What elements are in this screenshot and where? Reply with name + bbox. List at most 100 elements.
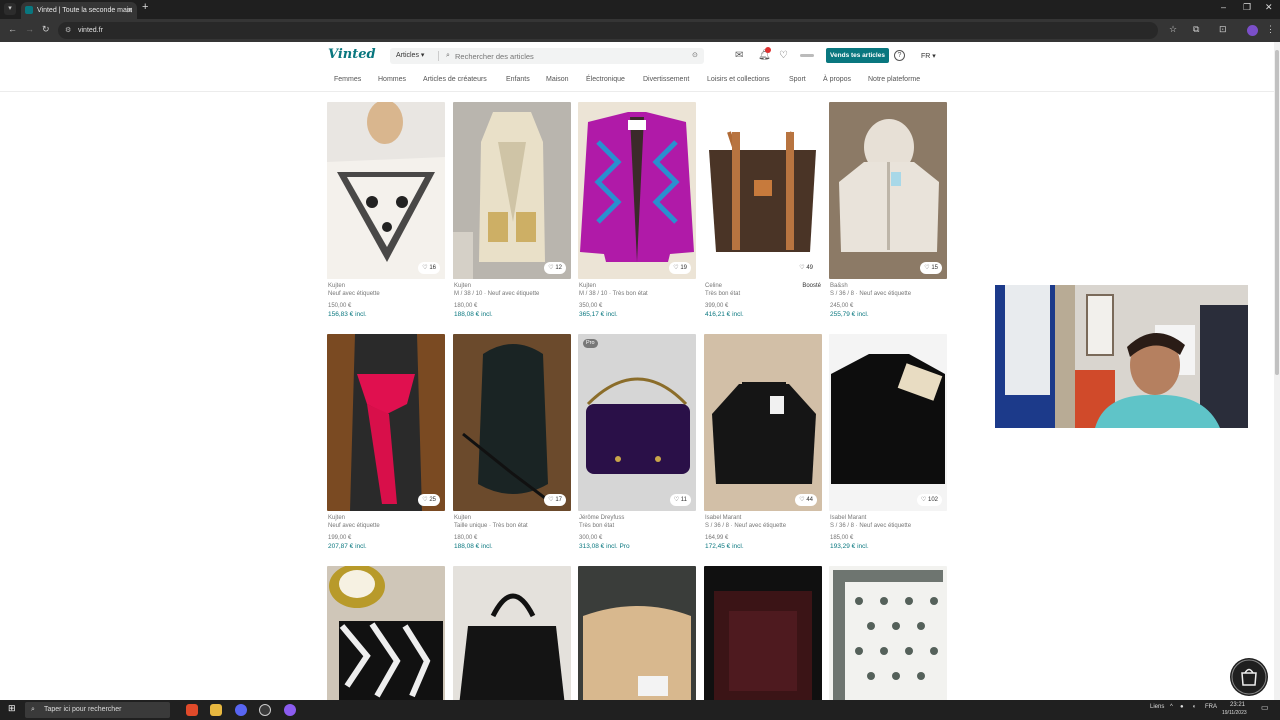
item-photo[interactable]: ♡ 19 — [578, 102, 696, 279]
item-brand[interactable]: Isabel Marant — [705, 515, 741, 521]
item-brand[interactable]: Kujten — [579, 283, 596, 289]
scrollbar-thumb[interactable] — [1275, 50, 1279, 375]
item-brand[interactable]: Kujten — [328, 515, 345, 521]
nav-femmes[interactable]: Femmes — [334, 76, 361, 83]
item-photo[interactable]: Pro ♡ 11 — [578, 334, 696, 511]
item-photo[interactable] — [453, 566, 571, 700]
chevron-up-icon[interactable]: ^ — [1170, 704, 1173, 710]
favorite-button[interactable]: ♡ 15 — [920, 262, 942, 274]
address-bar[interactable]: ⚙ vinted.fr — [58, 22, 1158, 39]
item-card[interactable] — [453, 566, 571, 700]
browser-tab-vinted[interactable]: Vinted | Toute la seconde main ✕ — [21, 2, 137, 19]
media-icon[interactable]: ⊡ — [1219, 24, 1227, 35]
nav-enfants[interactable]: Enfants — [506, 76, 530, 83]
item-brand[interactable]: Celine — [705, 283, 722, 289]
item-card[interactable] — [578, 566, 696, 700]
nav-articles-createurs[interactable]: Articles de créateurs — [423, 76, 487, 83]
item-brand[interactable]: Kujten — [328, 283, 345, 289]
item-photo[interactable]: ♡ 49 — [704, 102, 822, 279]
item-card[interactable] — [327, 566, 445, 700]
item-photo[interactable] — [829, 566, 947, 700]
inbox-icon[interactable]: ✉ — [735, 50, 743, 61]
nav-a-propos[interactable]: À propos — [823, 76, 851, 83]
tab-search-icon[interactable]: ▾ — [4, 3, 16, 15]
nav-hommes[interactable]: Hommes — [378, 76, 406, 83]
camera-search-icon[interactable]: ⊙ — [692, 48, 698, 64]
sell-items-button[interactable]: Vends tes articles — [826, 48, 889, 63]
obs-icon[interactable] — [259, 704, 271, 716]
favorite-button[interactable]: ♡ 16 — [418, 262, 440, 274]
favorite-button[interactable]: ♡ 12 — [544, 262, 566, 274]
favorite-button[interactable]: ♡ 17 — [544, 494, 566, 506]
item-brand[interactable]: Isabel Marant — [830, 515, 866, 521]
language-select[interactable]: FR ▾ — [921, 52, 936, 60]
item-brand[interactable]: Jérôme Dreyfuss — [579, 515, 624, 521]
pro-badge: Pro — [583, 339, 598, 348]
item-details: S / 36 / 8 · Neuf avec étiquette — [830, 523, 912, 529]
close-window-button[interactable]: ✕ — [1265, 2, 1273, 13]
item-photo[interactable]: ♡ 12 — [453, 102, 571, 279]
help-icon[interactable]: ? — [894, 50, 905, 61]
favorite-count: 17 — [555, 497, 562, 503]
nav-electronique[interactable]: Électronique — [586, 76, 625, 83]
favorites-heart-icon[interactable]: ♡ — [779, 50, 788, 61]
site-info-icon[interactable]: ⚙ — [65, 22, 71, 39]
back-icon[interactable]: ← — [8, 24, 17, 34]
taskbar-date[interactable]: 19/11/2023 — [1222, 710, 1247, 716]
taskbar-search[interactable]: ⌕ Taper ici pour rechercher — [25, 702, 170, 718]
item-card[interactable] — [829, 566, 947, 700]
favorite-button[interactable]: ♡ 25 — [418, 494, 440, 506]
nav-maison[interactable]: Maison — [546, 76, 569, 83]
taskbar-language[interactable]: FRA — [1205, 704, 1217, 710]
item-card[interactable] — [704, 566, 822, 700]
tab-close-icon[interactable]: ✕ — [126, 2, 133, 19]
item-photo[interactable]: ♡ 25 — [327, 334, 445, 511]
favorite-button[interactable]: ♡ 11 — [669, 494, 691, 506]
microphone-icon[interactable]: ● — [1180, 704, 1184, 710]
volume-icon[interactable]: ◖ — [1192, 704, 1196, 710]
heart-icon: ♡ — [422, 265, 428, 271]
search-category-select[interactable]: Articles ▾ — [396, 48, 424, 64]
favorite-button[interactable]: ♡ 19 — [669, 262, 691, 274]
nav-notre-plateforme[interactable]: Notre plateforme — [868, 76, 920, 83]
user-avatar[interactable] — [800, 54, 814, 57]
new-tab-button[interactable]: + — [142, 1, 148, 13]
taskbar-time[interactable]: 23:21 — [1230, 702, 1245, 708]
favorite-button[interactable]: ♡ 102 — [916, 494, 942, 506]
nav-divertissement[interactable]: Divertissement — [643, 76, 689, 83]
browser-menu-icon[interactable]: ⋮ — [1266, 24, 1275, 35]
bookmark-star-icon[interactable]: ☆ — [1169, 24, 1177, 35]
minimize-button[interactable]: – — [1221, 2, 1226, 12]
reload-icon[interactable]: ↻ — [42, 24, 50, 35]
forward-icon[interactable]: → — [25, 24, 34, 34]
item-brand[interactable]: Ba&sh — [830, 283, 848, 289]
item-photo[interactable]: ♡ 102 — [829, 334, 947, 511]
profile-avatar[interactable] — [1247, 25, 1258, 36]
item-brand[interactable]: Kujten — [454, 283, 471, 289]
maximize-button[interactable]: ❐ — [1243, 2, 1251, 13]
favorite-button[interactable]: ♡ 44 — [795, 494, 817, 506]
item-photo[interactable]: ♡ 16 — [327, 102, 445, 279]
discord-icon[interactable] — [235, 704, 247, 716]
file-explorer-icon[interactable] — [210, 704, 222, 716]
extensions-icon[interactable]: ⧉ — [1193, 24, 1199, 35]
nav-loisirs-collections[interactable]: Loisirs et collections — [707, 76, 770, 83]
item-photo[interactable] — [578, 566, 696, 700]
nav-sport[interactable]: Sport — [789, 76, 806, 83]
favorite-button[interactable]: ♡ 49 — [795, 262, 817, 274]
search-input[interactable] — [446, 48, 686, 64]
item-photo[interactable] — [704, 566, 822, 700]
item-photo[interactable] — [327, 566, 445, 700]
item-photo[interactable]: ♡ 44 — [704, 334, 822, 511]
shopping-bag-button[interactable] — [1230, 658, 1268, 696]
app-icon[interactable] — [284, 704, 296, 716]
item-photo[interactable]: ♡ 17 — [453, 334, 571, 511]
windows-start-icon[interactable]: ⊞ — [8, 703, 16, 714]
item-brand[interactable]: Kujten — [454, 515, 471, 521]
notification-center-icon[interactable]: ▭ — [1261, 703, 1269, 712]
item-photo[interactable]: ♡ 15 — [829, 102, 947, 279]
chrome-app-icon[interactable] — [186, 704, 198, 716]
taskbar-links[interactable]: Liens — [1150, 704, 1164, 710]
favorite-count: 25 — [429, 497, 436, 503]
vinted-logo[interactable]: Vinted — [328, 47, 376, 62]
